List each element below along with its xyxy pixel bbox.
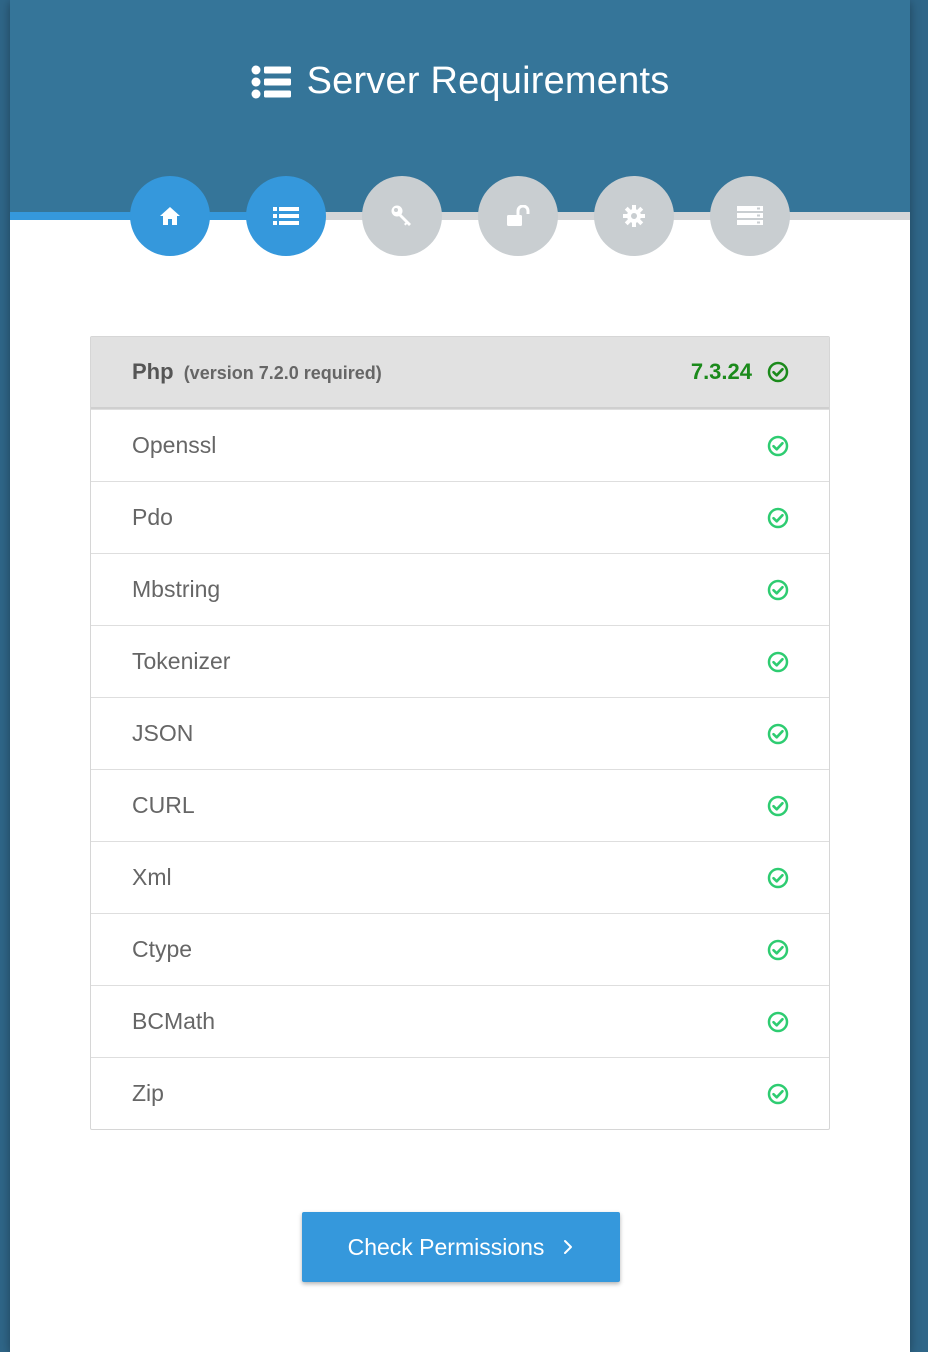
check-circle-icon [767,579,789,601]
requirement-label: JSON [132,720,194,746]
check-circle-icon [767,1083,789,1105]
list-icon [273,206,299,226]
requirement-label: CURL [132,792,195,818]
check-circle-icon [767,507,789,529]
page-title: Server Requirements [10,60,910,103]
check-circle-icon [767,723,789,745]
php-label: Php [132,359,174,384]
requirement-label: Xml [132,864,172,890]
check-circle-icon [767,867,789,889]
requirement-label: Zip [132,1080,164,1106]
requirement-row: Pdo [91,481,829,553]
step-environment[interactable] [478,176,558,256]
step-database[interactable] [710,176,790,256]
home-icon [159,206,181,226]
page-title-text: Server Requirements [306,60,670,102]
key-icon [390,204,414,228]
check-circle-icon [767,939,789,961]
installer-card: Server Requirements Php (version 7.2.0 r… [10,0,910,1352]
requirement-row: Tokenizer [91,625,829,697]
check-permissions-label: Check Permissions [347,1233,545,1260]
check-circle-icon [767,1011,789,1033]
check-permissions-button[interactable]: Check Permissions [302,1212,620,1282]
requirement-label: Ctype [132,936,193,962]
requirement-row: JSON [91,697,829,769]
requirement-row: Openssl [91,409,829,481]
step-requirements[interactable] [246,176,326,256]
requirement-row: BCMath [91,985,829,1057]
check-circle-icon [767,651,789,673]
requirement-label: BCMath [132,1008,216,1034]
requirement-row: Xml [91,841,829,913]
gear-icon [623,205,645,227]
php-current-version: 7.3.24 [690,359,752,384]
requirement-label: Openssl [132,432,217,458]
requirement-row: Zip [91,1057,829,1129]
requirement-row: Mbstring [91,553,829,625]
chevron-right-icon [562,1239,574,1255]
php-version-note: (version 7.2.0 required) [183,363,382,383]
php-requirement-row: Php (version 7.2.0 required) 7.3.24 [91,337,829,409]
server-icon [737,206,763,226]
unlock-icon [506,205,530,227]
step-settings[interactable] [594,176,674,256]
step-permissions[interactable] [362,176,442,256]
requirement-row: Ctype [91,913,829,985]
requirement-label: Tokenizer [132,648,231,674]
requirements-table: Php (version 7.2.0 required) 7.3.24 Open… [90,336,830,1130]
requirement-label: Mbstring [132,576,221,602]
check-circle-icon [767,795,789,817]
requirement-label: Pdo [132,504,173,530]
check-circle-icon [767,435,789,457]
requirement-row: CURL [91,769,829,841]
check-circle-icon [767,361,789,383]
step-welcome[interactable] [130,176,210,256]
list-icon [251,65,291,99]
